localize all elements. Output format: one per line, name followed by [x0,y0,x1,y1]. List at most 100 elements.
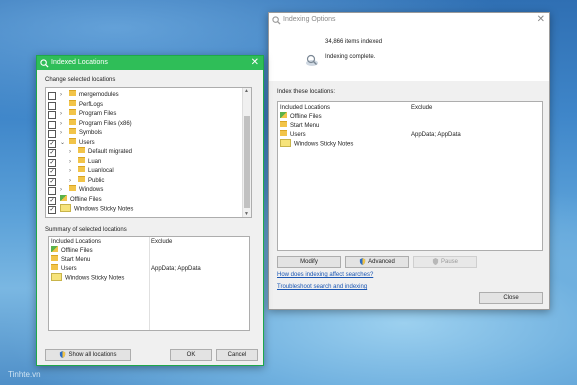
sticky-notes-icon [280,139,291,147]
troubleshoot-link[interactable]: Troubleshoot search and indexing [277,284,367,290]
list-item[interactable]: Windows Sticky Notes [51,273,125,283]
locations-tree[interactable]: ▲ ▼ › mergemodules PerfLogs › Program Files ›… [45,87,252,218]
tree-item-label: Luanlocal [88,168,114,174]
checkbox[interactable]: ✓ [48,158,56,167]
col-exclude: Exclude [151,239,173,245]
item-name: Users [290,132,306,138]
close-icon[interactable]: ✕ [251,57,259,69]
scrollbar[interactable]: ▲ ▼ [242,88,251,217]
how-indexing-link[interactable]: How does indexing affect searches? [277,272,373,278]
ok-button[interactable]: OK [170,349,212,361]
tree-item-label: Program Files [79,111,117,117]
close-button[interactable]: Close [479,292,543,304]
checkbox[interactable] [48,187,56,195]
folder-icon [78,166,85,173]
offline-files-icon [280,112,287,119]
checkbox[interactable]: ✓ [48,206,56,214]
tree-item-content: Default migrated [78,147,133,157]
chevron-right-icon[interactable]: › [69,177,71,186]
change-locations-label: Change selected locations [45,77,116,83]
checkbox[interactable]: ✓ [48,139,56,148]
tree-item-content: Luanlocal [78,166,114,176]
list-item[interactable]: Windows Sticky Notes [280,139,353,149]
chevron-right-icon[interactable]: › [60,120,62,129]
indexing-status-icon [306,54,318,66]
offline-files-icon [60,194,67,201]
chevron-right-icon[interactable]: › [60,110,62,119]
window-title: Indexed Locations [51,59,108,66]
sticky-notes-icon [51,273,62,281]
tree-item-label: Windows [79,187,104,193]
tree-item-content: Windows [69,185,104,195]
tree-item-label: mergemodules [79,92,119,98]
shield-icon [432,257,439,265]
items-indexed-count: 34,866 items indexed [325,39,383,45]
item-exclude: AppData; AppData [151,266,201,272]
scroll-down-icon[interactable]: ▼ [244,211,249,217]
offline-files-icon [51,246,58,253]
modify-button[interactable]: Modify [277,256,341,268]
folder-icon [78,156,85,163]
checkbox[interactable]: ✓ [48,177,56,186]
folder-icon [280,130,287,137]
tree-item-content: Program Files (x86) [69,118,132,129]
tree-item-label: Luan [88,158,102,165]
summary-list[interactable]: Included Locations Exclude Offline Files… [48,236,250,331]
folder-icon [69,128,76,135]
pause-button[interactable]: Pause [413,256,477,268]
index-these-label: Index these locations: [277,89,336,95]
checkbox[interactable] [48,120,56,129]
scrollbar-thumb[interactable] [244,116,250,208]
folder-icon [51,264,58,271]
tree-item-label: Program Files (x86) [79,120,132,127]
tree-item-label: Public [88,177,105,184]
chevron-right-icon[interactable]: › [60,91,62,100]
titlebar[interactable]: Indexing Options ✕ [269,13,549,28]
col-exclude: Exclude [411,105,433,111]
tree-item-content: PerfLogs [69,99,103,110]
column-separator [149,237,150,330]
tree-item-content: Users [69,137,95,148]
cancel-button[interactable]: Cancel [216,349,258,361]
checkbox[interactable] [48,92,56,100]
scroll-up-icon[interactable]: ▲ [244,88,249,94]
item-name: Start Menu [61,257,91,263]
watermark: Tinhte.vn [8,370,41,379]
checkbox[interactable] [48,111,56,119]
folder-icon [51,255,58,262]
checkbox[interactable]: ✓ [48,149,56,157]
show-all-locations-button[interactable]: Show all locations [45,349,131,361]
folder-icon [69,109,76,116]
chevron-down-icon[interactable]: ⌄ [60,139,65,148]
folder-icon [69,99,76,106]
folder-icon [69,137,76,144]
tree-item-content: Public [78,175,105,186]
checkbox[interactable]: ✓ [48,196,56,205]
folder-icon [69,118,76,125]
advanced-button[interactable]: Advanced [345,256,409,268]
checkbox[interactable] [48,130,56,138]
chevron-right-icon[interactable]: › [69,158,71,167]
sticky-notes-icon [60,204,71,212]
chevron-right-icon[interactable]: › [69,148,71,157]
shield-icon [360,257,366,265]
item-name: Windows Sticky Notes [65,275,125,282]
tree-item-label: Default migrated [88,149,133,155]
chevron-right-icon[interactable]: › [60,129,62,138]
indexing-options-window: Indexing Options ✕ 34,866 items indexed … [268,12,550,310]
folder-icon [69,185,76,192]
advanced-label: Advanced [368,259,395,265]
folder-icon [69,90,76,97]
locations-list[interactable]: Included Locations Exclude Offline Files… [277,101,543,251]
chevron-right-icon[interactable]: › [69,167,71,176]
close-icon[interactable]: ✕ [537,14,545,26]
titlebar[interactable]: Indexed Locations ✕ [37,56,263,70]
checkbox[interactable]: ✓ [48,168,56,176]
folder-icon [78,147,85,154]
chevron-right-icon[interactable]: › [60,186,62,195]
item-name: Offline Files [290,114,322,120]
checkbox[interactable] [48,101,56,110]
folder-icon [280,121,287,128]
tree-item-label: Users [79,139,95,146]
tree-item-label: Windows Sticky Notes [74,206,134,213]
